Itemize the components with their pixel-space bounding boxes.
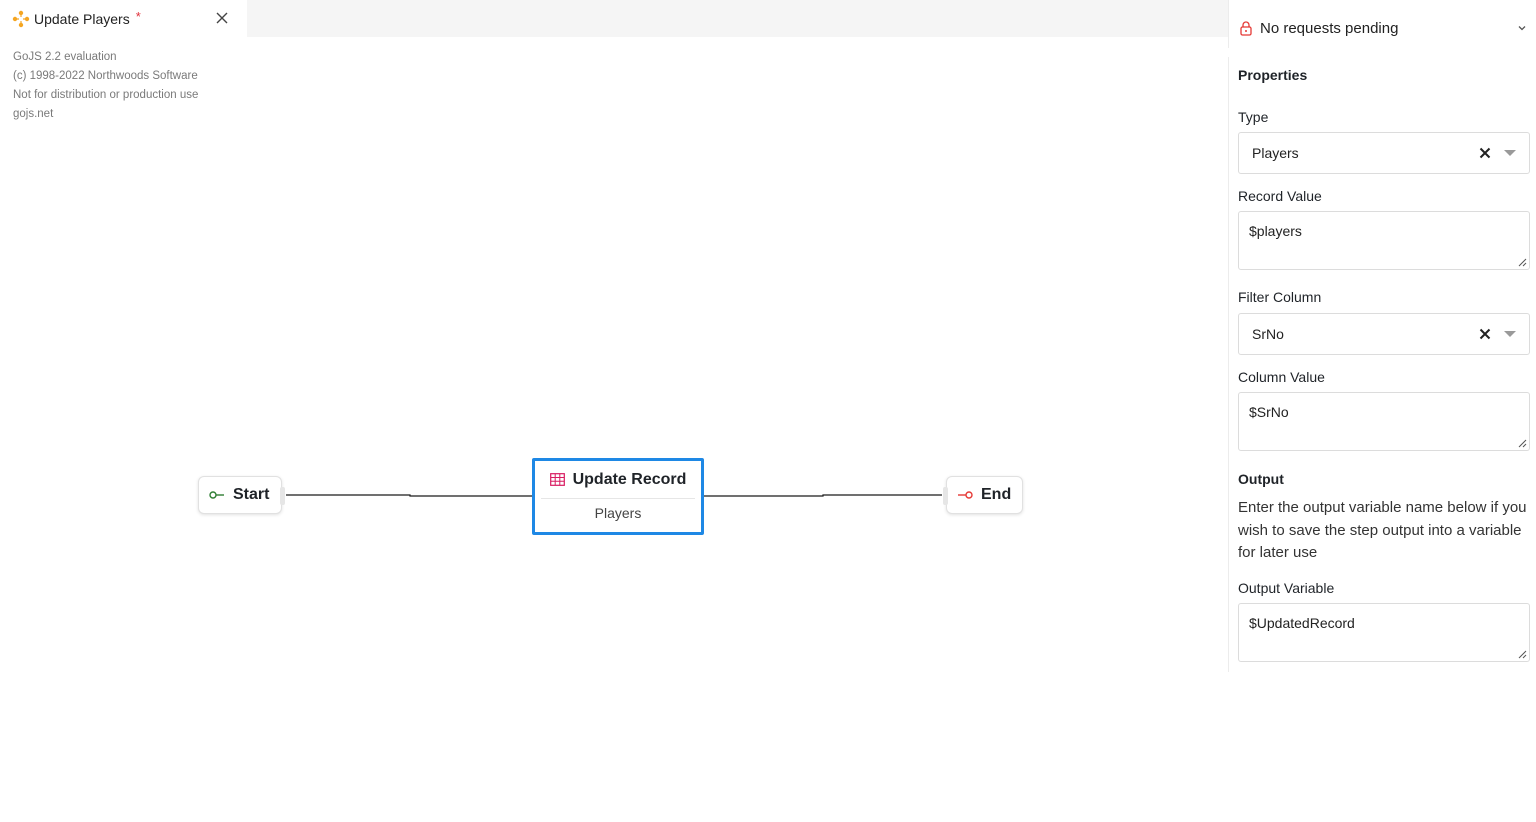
workflow-icon [12, 10, 30, 27]
pending-text: No requests pending [1260, 19, 1399, 37]
dropdown-caret-icon[interactable] [1504, 331, 1516, 337]
output-variable-text: $UpdatedRecord [1249, 615, 1355, 631]
requests-pending-dropdown[interactable]: No requests pending [1238, 16, 1530, 40]
panel-divider [1228, 0, 1229, 48]
diagram-canvas[interactable] [0, 37, 1228, 822]
update-record-node[interactable]: Update Record Players [532, 458, 704, 535]
tab-update-players[interactable]: Update Players * [0, 0, 247, 37]
output-variable-label: Output Variable [1238, 580, 1335, 596]
dropdown-caret-icon[interactable] [1504, 150, 1516, 156]
watermark-line: (c) 1998-2022 Northwoods Software [13, 70, 198, 82]
record-value-text: $players [1249, 223, 1302, 239]
task-title: Update Record [572, 470, 687, 488]
record-value-field[interactable]: $players [1238, 211, 1530, 270]
table-icon [549, 473, 565, 486]
resize-grip-icon[interactable] [1517, 438, 1527, 448]
close-icon[interactable] [214, 10, 230, 26]
clear-icon[interactable] [1479, 147, 1491, 159]
end-icon [958, 491, 973, 499]
panel-divider [1228, 57, 1229, 672]
output-title: Output [1238, 471, 1284, 487]
end-node[interactable]: End [943, 476, 1023, 514]
filter-column-value: SrNo [1252, 326, 1284, 342]
output-help-text: Enter the output variable name below if … [1238, 499, 1527, 561]
start-output-port[interactable] [280, 487, 285, 505]
column-value-label: Column Value [1238, 369, 1325, 385]
watermark-line: GoJS 2.2 evaluation [13, 51, 117, 63]
gojs-watermark: GoJS 2.2 evaluation (c) 1998-2022 Northw… [13, 48, 198, 124]
column-value-text: $SrNo [1249, 404, 1289, 420]
watermark-line: Not for distribution or production use [13, 89, 199, 101]
properties-panel: No requests pending Properties Type Play… [1228, 0, 1536, 822]
resize-grip-icon[interactable] [1517, 649, 1527, 659]
lock-icon [1240, 21, 1252, 36]
task-subtitle: Players [594, 505, 642, 521]
type-label: Type [1238, 109, 1269, 125]
column-value-field[interactable]: $SrNo [1238, 392, 1530, 451]
watermark-line: gojs.net [13, 108, 54, 120]
end-label: End [981, 486, 1012, 503]
output-variable-field[interactable]: $UpdatedRecord [1238, 603, 1530, 662]
record-value-label: Record Value [1238, 188, 1322, 204]
type-value: Players [1252, 145, 1299, 161]
resize-grip-icon[interactable] [1517, 257, 1527, 267]
task-header: Update Record [541, 461, 695, 499]
unsaved-marker: * [135, 9, 141, 24]
start-icon [209, 491, 224, 499]
tab-strip: Update Players * [0, 0, 1228, 37]
start-label: Start [233, 486, 270, 503]
chevron-down-icon [1518, 26, 1526, 31]
filter-column-label: Filter Column [1238, 289, 1322, 305]
type-select[interactable]: Players [1238, 132, 1530, 174]
end-input-port[interactable] [943, 487, 948, 505]
clear-icon[interactable] [1479, 328, 1491, 340]
tab-title: Update Players [34, 10, 130, 27]
filter-column-select[interactable]: SrNo [1238, 313, 1530, 355]
properties-title: Properties [1238, 67, 1308, 83]
start-node[interactable]: Start [198, 476, 285, 514]
